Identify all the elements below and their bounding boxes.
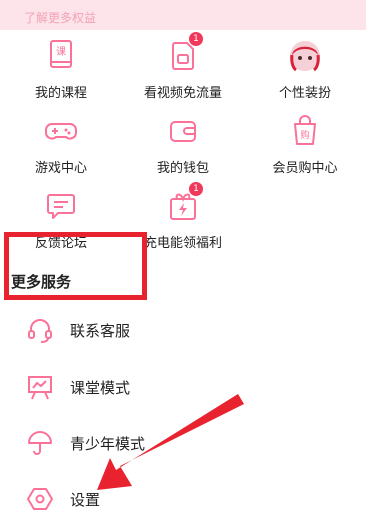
course-book-icon: 课 xyxy=(43,38,79,74)
grid-item-free-data-video[interactable]: 1 看视频免流量 xyxy=(122,32,244,101)
classroom-board-icon xyxy=(26,373,54,401)
grid-item-my-wallet[interactable]: 我的钱包 xyxy=(122,113,244,176)
list-item-label: 设置 xyxy=(70,491,101,509)
grid-item-member-shop[interactable]: 购 会员购中心 xyxy=(244,113,366,176)
list-item-settings[interactable]: 设置 xyxy=(0,474,366,524)
grid-item-personal-dressup[interactable]: 个性装扮 xyxy=(244,38,366,101)
notification-badge: 1 xyxy=(189,182,203,196)
grid-label: 看视频免流量 xyxy=(143,86,222,101)
grid-label: 个性装扮 xyxy=(278,86,331,101)
grid-label: 会员购中心 xyxy=(272,161,338,176)
list-item-teen-mode[interactable]: 青少年模式 xyxy=(0,418,366,468)
feedback-chat-icon xyxy=(43,188,79,224)
wallet-icon xyxy=(165,113,201,149)
list-item-classroom-mode[interactable]: 课堂模式 xyxy=(0,362,366,412)
grid-label: 我的课程 xyxy=(34,86,87,101)
video-sim-icon: 1 xyxy=(165,32,203,74)
list-item-contact-support[interactable]: 联系客服 xyxy=(0,305,366,355)
grid-label: 游戏中心 xyxy=(34,161,87,176)
gift-bolt-icon: 1 xyxy=(165,182,203,224)
list-item-label: 课堂模式 xyxy=(70,379,131,397)
list-item-label: 联系客服 xyxy=(70,322,131,340)
annotation-highlight-box xyxy=(4,232,147,300)
vip-banner[interactable]: 了解更多权益 xyxy=(0,0,366,30)
umbrella-icon xyxy=(26,429,54,457)
svg-text:课: 课 xyxy=(56,46,66,58)
avatar-dress-icon xyxy=(287,38,323,74)
grid-item-game-center[interactable]: 游戏中心 xyxy=(0,113,122,176)
shopping-bag-icon: 购 xyxy=(287,113,323,149)
gamepad-icon xyxy=(43,113,79,149)
svg-text:购: 购 xyxy=(300,129,309,141)
grid-item-my-courses[interactable]: 课 我的课程 xyxy=(0,38,122,101)
settings-hex-icon xyxy=(26,485,54,513)
notification-badge: 1 xyxy=(189,32,203,46)
list-item-label: 青少年模式 xyxy=(70,435,146,453)
grid-label: 我的钱包 xyxy=(156,161,209,176)
headset-icon xyxy=(26,316,54,344)
vip-banner-subtitle: 了解更多权益 xyxy=(24,11,97,25)
